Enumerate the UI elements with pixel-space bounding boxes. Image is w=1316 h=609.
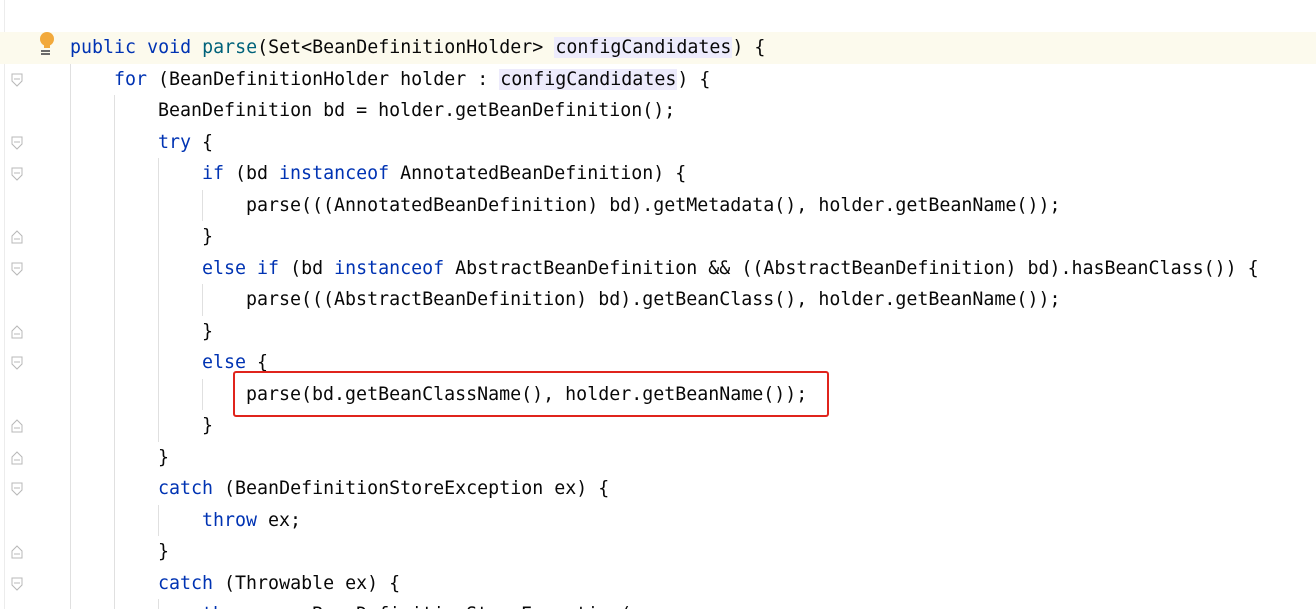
code-token: { bbox=[191, 131, 214, 153]
code-line[interactable]: } bbox=[0, 316, 1316, 348]
code-token: } bbox=[202, 415, 214, 436]
code-token: (Set<BeanDefinitionHolder> bbox=[257, 37, 555, 58]
code-line[interactable]: throw ex; bbox=[0, 505, 1316, 537]
code-text[interactable]: catch (BeanDefinitionStoreException ex) … bbox=[158, 473, 609, 505]
code-line[interactable]: if (bd instanceof AnnotatedBeanDefinitio… bbox=[0, 158, 1316, 190]
code-text[interactable]: throw ex; bbox=[202, 505, 301, 537]
code-text[interactable]: for (BeanDefinitionHolder holder : confi… bbox=[114, 64, 710, 96]
keyword-token: throw bbox=[202, 509, 258, 531]
keyword-token: public bbox=[70, 37, 137, 58]
code-text[interactable]: catch (Throwable ex) { bbox=[158, 568, 400, 600]
code-line[interactable]: public void parse(Set<BeanDefinitionHold… bbox=[0, 32, 1316, 64]
code-text[interactable]: parse(((AnnotatedBeanDefinition) bd).get… bbox=[246, 190, 1060, 222]
indent-guide bbox=[70, 63, 71, 609]
keyword-token: else bbox=[202, 257, 247, 279]
keyword-token: instanceof bbox=[279, 163, 390, 184]
code-text[interactable]: } bbox=[158, 442, 169, 474]
code-text[interactable]: } bbox=[202, 316, 213, 348]
code-text[interactable]: } bbox=[158, 536, 169, 568]
code-line[interactable]: else if (bd instanceof AbstractBeanDefin… bbox=[0, 253, 1316, 285]
keyword-token: else bbox=[202, 352, 247, 373]
keyword-token: catch bbox=[158, 572, 214, 594]
code-line[interactable]: catch (Throwable ex) { bbox=[0, 568, 1316, 600]
code-text[interactable]: public void parse(Set<BeanDefinitionHold… bbox=[70, 32, 765, 64]
keyword-token: if bbox=[257, 257, 280, 279]
indent-guide bbox=[202, 284, 203, 316]
indent-guide bbox=[158, 599, 159, 609]
code-line[interactable]: } bbox=[0, 221, 1316, 253]
keyword-token: if bbox=[202, 163, 225, 184]
code-text[interactable]: } bbox=[202, 410, 213, 442]
method-name-token: parse bbox=[202, 37, 258, 58]
code-text[interactable]: BeanDefinition bd = holder.getBeanDefini… bbox=[158, 95, 675, 127]
code-token: (Throwable ex) { bbox=[213, 572, 401, 594]
keyword-token: for bbox=[114, 68, 148, 90]
code-line[interactable]: for (BeanDefinitionHolder holder : confi… bbox=[0, 64, 1316, 96]
code-token: (bd bbox=[279, 257, 335, 279]
code-token: parse(((AbstractBeanDefinition) bd).getB… bbox=[246, 289, 1061, 310]
code-token: new BeanDefinitionStoreException( bbox=[257, 604, 631, 609]
code-token: (BeanDefinitionStoreException ex) { bbox=[213, 478, 610, 499]
keyword-token: throw bbox=[202, 604, 257, 609]
code-line[interactable]: throw new BeanDefinitionStoreException( bbox=[0, 599, 1316, 609]
indent-guide bbox=[114, 95, 115, 609]
code-token: BeanDefinition bd = holder.getBeanDefini… bbox=[158, 100, 676, 121]
code-token: { bbox=[246, 352, 269, 373]
code-token: } bbox=[158, 446, 170, 468]
code-editor[interactable]: public void parse(Set<BeanDefinitionHold… bbox=[0, 0, 1316, 609]
indent-guide bbox=[158, 158, 159, 442]
code-line[interactable]: BeanDefinition bd = holder.getBeanDefini… bbox=[0, 95, 1316, 127]
code-text[interactable]: parse(((AbstractBeanDefinition) bd).getB… bbox=[246, 284, 1060, 316]
code-token: } bbox=[202, 226, 214, 247]
code-token: ) { bbox=[732, 37, 766, 58]
keyword-token: catch bbox=[158, 478, 214, 499]
code-line[interactable]: } bbox=[0, 536, 1316, 568]
highlighted-identifier: configCandidates bbox=[499, 68, 678, 90]
code-token: } bbox=[158, 541, 170, 562]
indent-guide bbox=[202, 378, 203, 410]
code-line[interactable]: } bbox=[0, 442, 1316, 474]
code-line[interactable]: parse(((AnnotatedBeanDefinition) bd).get… bbox=[0, 190, 1316, 222]
code-token: AnnotatedBeanDefinition) { bbox=[389, 163, 687, 184]
indent-guide bbox=[202, 189, 203, 221]
code-text[interactable]: else if (bd instanceof AbstractBeanDefin… bbox=[202, 253, 1259, 285]
code-line[interactable]: try { bbox=[0, 127, 1316, 159]
code-text[interactable]: if (bd instanceof AnnotatedBeanDefinitio… bbox=[202, 158, 686, 190]
code-text[interactable]: try { bbox=[158, 127, 213, 159]
code-text[interactable]: throw new BeanDefinitionStoreException( bbox=[202, 599, 631, 609]
code-line[interactable]: catch (BeanDefinitionStoreException ex) … bbox=[0, 473, 1316, 505]
code-token: (BeanDefinitionHolder holder : bbox=[147, 68, 500, 90]
code-token: (bd bbox=[224, 163, 280, 184]
indent-guide bbox=[158, 504, 159, 536]
code-text[interactable]: } bbox=[202, 221, 213, 253]
code-token: } bbox=[202, 320, 214, 342]
code-line[interactable]: parse(((AbstractBeanDefinition) bd).getB… bbox=[0, 284, 1316, 316]
code-token: ) { bbox=[677, 68, 711, 90]
intention-bulb-icon[interactable] bbox=[38, 31, 56, 57]
code-token: parse(((AnnotatedBeanDefinition) bd).get… bbox=[246, 194, 1061, 216]
highlighted-identifier: configCandidates bbox=[554, 37, 733, 58]
keyword-token: void bbox=[147, 37, 192, 58]
code-token: ex; bbox=[257, 509, 302, 531]
keyword-token: instanceof bbox=[334, 257, 445, 279]
highlight-annotation-box bbox=[233, 371, 829, 417]
keyword-token: try bbox=[158, 131, 192, 153]
code-token: AbstractBeanDefinition && ((AbstractBean… bbox=[444, 257, 1259, 279]
